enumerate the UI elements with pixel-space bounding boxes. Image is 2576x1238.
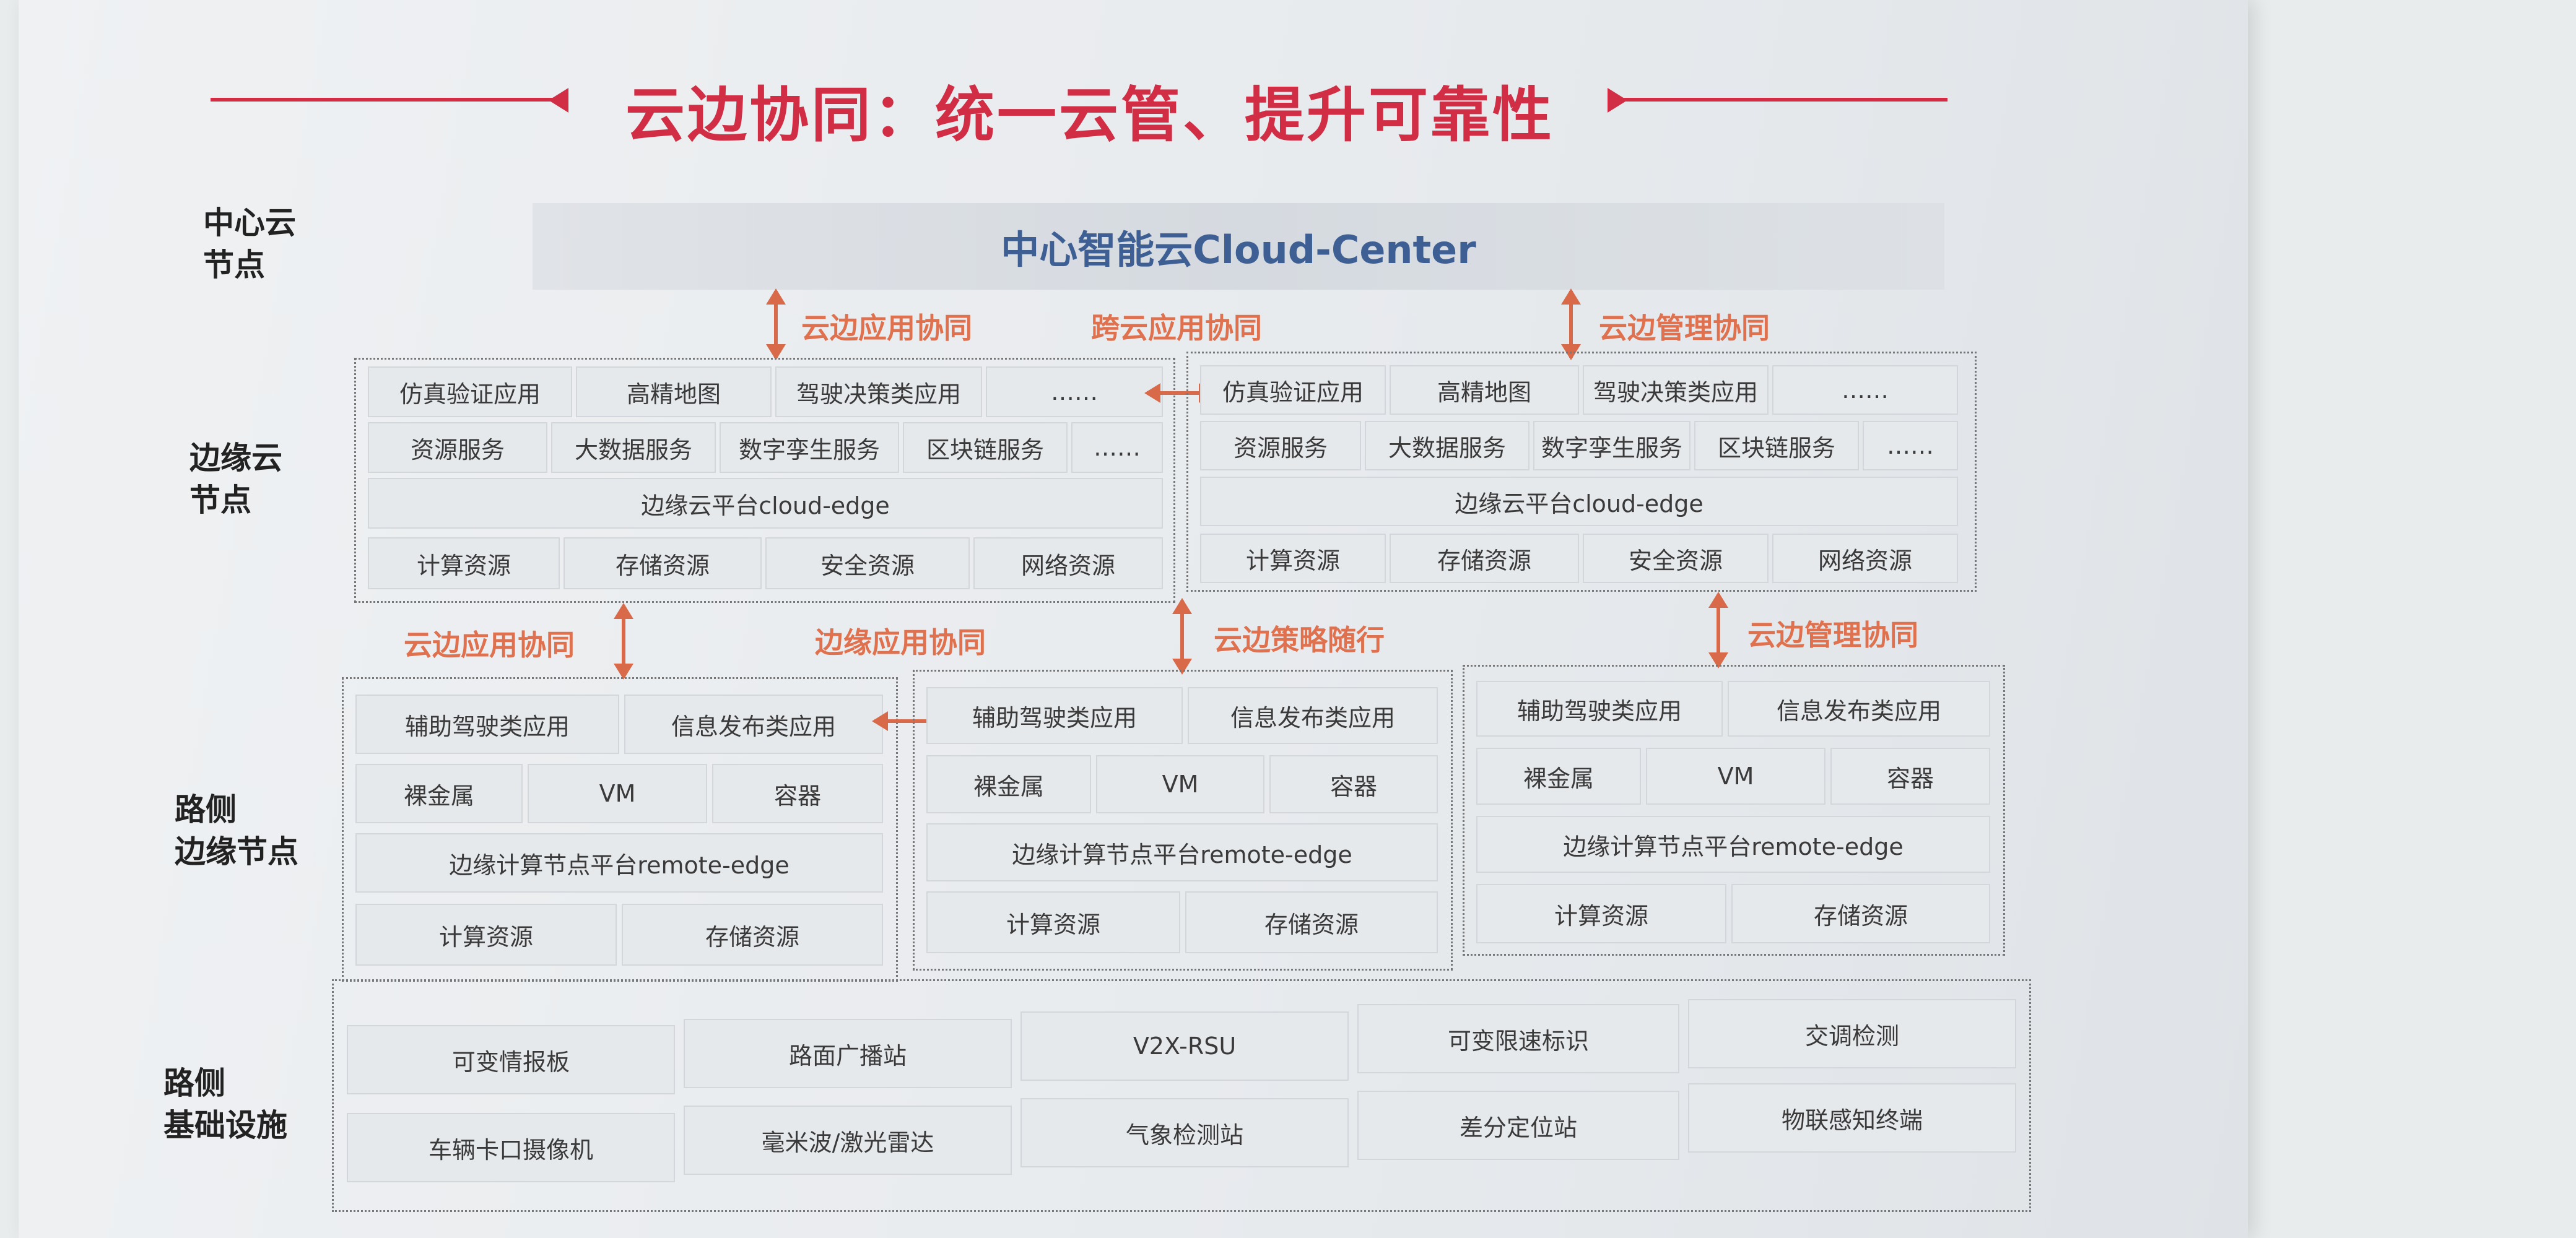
infra-cell: 气象检测站 [1020,1098,1349,1167]
roadside-runtime-cell: VM [1646,748,1825,805]
arrow-label-mid-left: 云边应用协同 [404,628,575,662]
arrow-label-top-right: 云边管理协同 [1599,311,1770,345]
label-roadside-edge: 路侧 边缘节点 [175,789,298,873]
center-cloud-box: 中心智能云Cloud-Center [533,203,1944,290]
edge-resource-cell: 安全资源 [765,537,970,589]
label-edge-cloud: 边缘云 节点 [189,437,282,521]
roadside-app-cell: 信息发布类应用 [1728,681,1990,737]
edge-service-cell: 大数据服务 [1365,421,1530,470]
roadside-platform-cell: 边缘计算节点平台remote-edge [1476,816,1990,873]
edge-service-cell: 区块链服务 [1694,421,1859,470]
arrow-label-top-mid: 跨云应用协同 [1091,311,1262,345]
edge-platform-cell: 边缘云平台cloud-edge [1200,477,1958,526]
infra-cell: 毫米波/激光雷达 [684,1106,1012,1175]
title-rule-left [211,98,557,102]
roadside-resource-cell: 计算资源 [355,904,617,966]
roadside-resource-cell: 计算资源 [926,891,1180,953]
arrow-edge-to-road-left [614,603,633,680]
edge-service-cell: 数字孪生服务 [720,422,899,473]
title-arrowhead-left [549,88,568,113]
edge-app-cell: 仿真验证应用 [1200,365,1386,415]
edge-service-cell: 资源服务 [1200,421,1361,470]
edge-app-cell: …… [1772,365,1958,415]
roadside-platform-cell: 边缘计算节点平台remote-edge [926,823,1438,881]
label-line: 节点 [203,247,265,283]
roadside-runtime-cell: 裸金属 [1476,748,1641,805]
label-line: 路侧 [175,792,237,828]
roadside-app-cell: 辅助驾驶类应用 [355,695,619,754]
arrow-label-top-left: 云边应用协同 [801,311,972,345]
edge-app-cell: 驾驶决策类应用 [775,366,982,417]
roadside-runtime-cell: 容器 [1269,755,1438,813]
roadside-app-cell: 信息发布类应用 [624,695,883,754]
arrow-center-to-edge-left [766,288,786,360]
infra-cell: 差分定位站 [1357,1091,1679,1160]
arrow-label-mid-mid: 云边策略随行 [1214,623,1385,657]
arrow-center-to-edge-right [1561,288,1581,360]
edge-resource-cell: 网络资源 [973,537,1163,589]
edge-resource-cell: 计算资源 [368,537,560,589]
infra-cell: 可变情报板 [347,1025,675,1094]
roadside-runtime-cell: 容器 [1830,748,1990,805]
roadside-resource-cell: 存储资源 [1731,884,1990,943]
roadside-resource-cell: 计算资源 [1476,884,1726,943]
edge-service-cell: 资源服务 [368,422,547,473]
roadside-platform-cell: 边缘计算节点平台remote-edge [355,833,883,893]
roadside-runtime-cell: 裸金属 [926,755,1091,813]
roadside-runtime-cell: 裸金属 [355,764,523,823]
edge-service-cell: 大数据服务 [551,422,716,473]
edge-service-cell: …… [1863,421,1958,470]
edge-app-cell: 仿真验证应用 [368,366,572,417]
arrow-edge-to-road-mid [1172,598,1192,675]
edge-resource-cell: 存储资源 [564,537,762,589]
roadside-app-cell: 辅助驾驶类应用 [926,687,1183,744]
roadside-runtime-cell: VM [528,764,707,823]
label-roadside-infra: 路侧 基础设施 [163,1062,287,1146]
title-rule-right [1622,98,1947,102]
label-line: 路侧 [163,1065,225,1101]
label-line: 边缘云 [189,440,282,476]
edge-platform-cell: 边缘云平台cloud-edge [368,478,1163,529]
arrow-label-mid-center: 边缘应用协同 [815,626,986,659]
roadside-app-cell: 辅助驾驶类应用 [1476,681,1723,737]
infra-cell: V2X-RSU [1020,1011,1349,1081]
edge-resource-cell: 存储资源 [1390,534,1579,583]
edge-resource-cell: 计算资源 [1200,534,1386,583]
roadside-runtime-cell: VM [1096,755,1264,813]
label-center-cloud: 中心云 节点 [203,202,296,286]
edge-service-cell: …… [1071,422,1163,473]
edge-app-cell: 驾驶决策类应用 [1583,365,1769,415]
arrow-label-mid-right: 云边管理协同 [1747,618,1918,652]
arrow-edge-to-road-right [1708,592,1728,669]
label-line: 中心云 [203,205,296,241]
infra-cell: 物联感知终端 [1688,1083,2016,1153]
edge-app-cell: …… [986,366,1163,417]
infra-cell: 车辆卡口摄像机 [347,1113,675,1182]
page-title: 云边协同：统一云管、提升可靠性 [625,80,1554,150]
infra-cell: 交调检测 [1688,999,2016,1068]
edge-app-cell: 高精地图 [1390,365,1579,415]
roadside-resource-cell: 存储资源 [622,904,883,966]
roadside-runtime-cell: 容器 [712,764,883,823]
edge-resource-cell: 网络资源 [1772,534,1958,583]
infra-cell: 可变限速标识 [1357,1004,1679,1073]
edge-service-cell: 区块链服务 [903,422,1068,473]
infra-cell: 路面广播站 [684,1019,1012,1088]
label-line: 边缘节点 [175,834,298,870]
edge-service-cell: 数字孪生服务 [1533,421,1690,470]
roadside-app-cell: 信息发布类应用 [1188,687,1438,744]
label-line: 基础设施 [163,1107,287,1143]
label-line: 节点 [189,482,251,518]
edge-resource-cell: 安全资源 [1583,534,1769,583]
edge-app-cell: 高精地图 [576,366,772,417]
roadside-resource-cell: 存储资源 [1185,891,1438,953]
